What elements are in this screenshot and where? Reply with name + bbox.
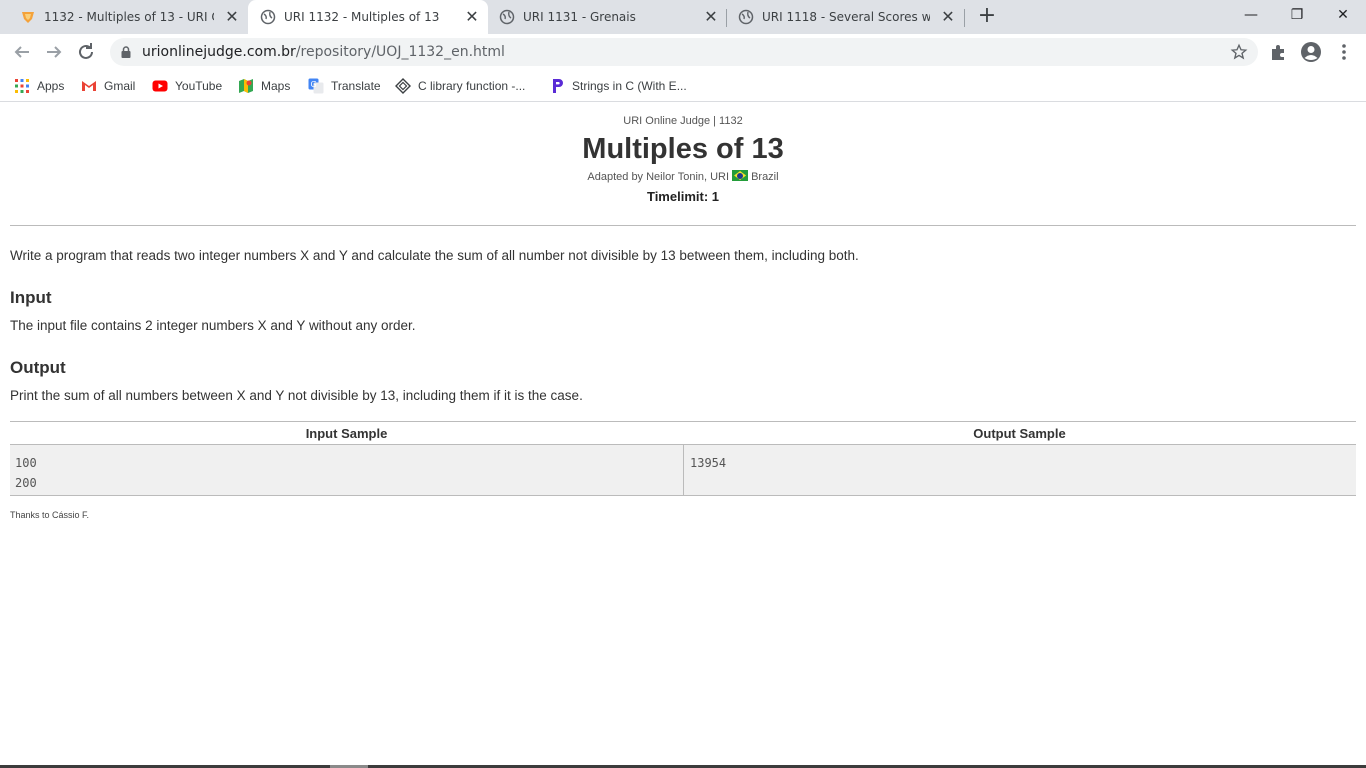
problem-description: Write a program that reads two integer n… <box>10 248 859 263</box>
programiz-icon <box>553 79 563 93</box>
adapted-text: Adapted by Neilor Tonin, URI <box>587 171 730 183</box>
bookmark-label: Translate <box>331 79 381 93</box>
browser-toolbar: urionlinejudge.com.br/repository/UOJ_113… <box>0 34 1366 70</box>
profile-icon[interactable] <box>1300 41 1322 63</box>
output-text: Print the sum of all numbers between X a… <box>10 388 583 403</box>
globe-icon <box>738 9 754 25</box>
url-text: urionlinejudge.com.br/repository/UOJ_113… <box>142 44 505 60</box>
input-text: The input file contains 2 integer number… <box>10 318 416 333</box>
star-icon[interactable] <box>1230 43 1248 61</box>
bookmark-c-library-function[interactable]: C library function -... <box>395 77 525 95</box>
bookmark-label: Gmail <box>104 79 136 93</box>
window-close-button[interactable]: ✕ <box>1330 4 1356 26</box>
forward-button[interactable] <box>42 40 66 64</box>
close-icon[interactable]: ✕ <box>464 9 480 25</box>
bookmark-label: C library function -... <box>418 79 526 93</box>
forward-arrow-icon <box>47 46 62 58</box>
sample-body-row: 100 200 13954 <box>10 445 1356 496</box>
globe-icon <box>260 9 276 25</box>
translate-icon: G <box>308 78 324 94</box>
input-sample-header: Input Sample <box>305 426 388 441</box>
output-sample-line: 13954 <box>690 456 727 470</box>
timelimit: Timelimit: 1 <box>646 189 719 204</box>
bookmark-label: Strings in C (With E... <box>572 79 687 93</box>
reload-icon <box>79 43 93 59</box>
kebab-menu-icon[interactable] <box>1333 41 1355 63</box>
puzzle-icon[interactable] <box>1268 41 1290 63</box>
input-sample-line: 100 <box>15 456 37 470</box>
url-path: /repository/UOJ_1132_en.html <box>295 44 505 60</box>
youtube-icon <box>152 80 168 92</box>
tab-title: URI 1118 - Several Scores with Validatio… <box>762 10 930 24</box>
input-heading: Input <box>10 288 52 307</box>
bookmark-maps[interactable]: Maps <box>238 77 290 95</box>
brazil-flag-icon <box>732 170 749 181</box>
bookmark-translate[interactable]: G Translate <box>308 77 381 95</box>
bookmark-gmail[interactable]: Gmail <box>81 77 135 95</box>
new-tab-button[interactable]: + <box>976 5 998 28</box>
bookmark-strings-in-c[interactable]: Strings in C (With E... <box>549 77 687 95</box>
address-bar[interactable]: urionlinejudge.com.br/repository/UOJ_113… <box>110 38 1258 66</box>
country-name: Brazil <box>751 171 779 183</box>
url-host: urionlinejudge.com.br <box>142 44 296 60</box>
apps-grid-icon <box>15 79 29 93</box>
page-title: Multiples of 13 <box>582 133 784 165</box>
lock-icon <box>121 46 131 58</box>
bookmarks-bar: Apps Gmail YouTube Maps G Translate C li… <box>0 70 1366 102</box>
output-sample-header: Output Sample <box>973 426 1066 441</box>
tab-uri-online-judge[interactable]: 1132 - Multiples of 13 - URI Online Judg… <box>8 0 248 34</box>
tab-uri-1131[interactable]: URI 1131 - Grenais ✕ <box>487 0 727 34</box>
bookmark-youtube[interactable]: YouTube <box>152 77 222 95</box>
tab-uri-1118[interactable]: URI 1118 - Several Scores with Validatio… <box>726 0 964 34</box>
bookmark-label: YouTube <box>175 79 223 93</box>
input-sample-line: 200 <box>15 476 37 490</box>
close-icon[interactable]: ✕ <box>224 9 240 25</box>
bookmark-label: Apps <box>37 79 65 93</box>
close-icon[interactable]: ✕ <box>940 9 956 25</box>
problem-page: URI Online Judge | 1132 Multiples of 13 … <box>0 103 1366 768</box>
restore-button[interactable]: ❐ <box>1284 4 1310 26</box>
tab-separator <box>964 9 965 27</box>
bookmark-label: Maps <box>261 79 291 93</box>
bookmark-apps[interactable]: Apps <box>14 77 64 95</box>
svg-text:G: G <box>311 80 317 89</box>
divider <box>10 225 1356 226</box>
maps-icon <box>239 79 253 93</box>
globe-icon <box>499 9 515 25</box>
tab-title: URI 1131 - Grenais <box>523 10 636 24</box>
tab-title: 1132 - Multiples of 13 - URI Online Judg… <box>44 10 214 24</box>
tab-strip: 1132 - Multiples of 13 - URI Online Judg… <box>0 0 1366 34</box>
close-icon[interactable]: ✕ <box>703 9 719 25</box>
uri-favicon-icon <box>22 12 34 23</box>
tab-uri-1132[interactable]: URI 1132 - Multiples of 13 ✕ <box>248 0 488 34</box>
back-button[interactable] <box>10 40 34 64</box>
output-sample-cell: 13954 <box>683 445 1356 495</box>
output-heading: Output <box>10 358 66 377</box>
reload-button[interactable] <box>74 40 98 64</box>
input-sample-cell: 100 200 <box>10 445 683 495</box>
adapted-by: Adapted by Neilor Tonin, URI Brazil <box>0 170 1366 183</box>
back-arrow-icon <box>14 46 29 58</box>
judge-line: URI Online Judge | 1132 <box>623 115 743 127</box>
tab-title: URI 1132 - Multiples of 13 <box>284 10 440 24</box>
gmail-icon <box>82 81 96 91</box>
minimize-button[interactable]: — <box>1238 4 1264 26</box>
sample-header-row: Input Sample Output Sample <box>10 421 1356 445</box>
thanks-note: Thanks to Cássio F. <box>10 510 90 520</box>
sample-table: Input Sample Output Sample 100 200 13954 <box>10 421 1356 496</box>
tutorialspoint-icon <box>395 78 411 94</box>
